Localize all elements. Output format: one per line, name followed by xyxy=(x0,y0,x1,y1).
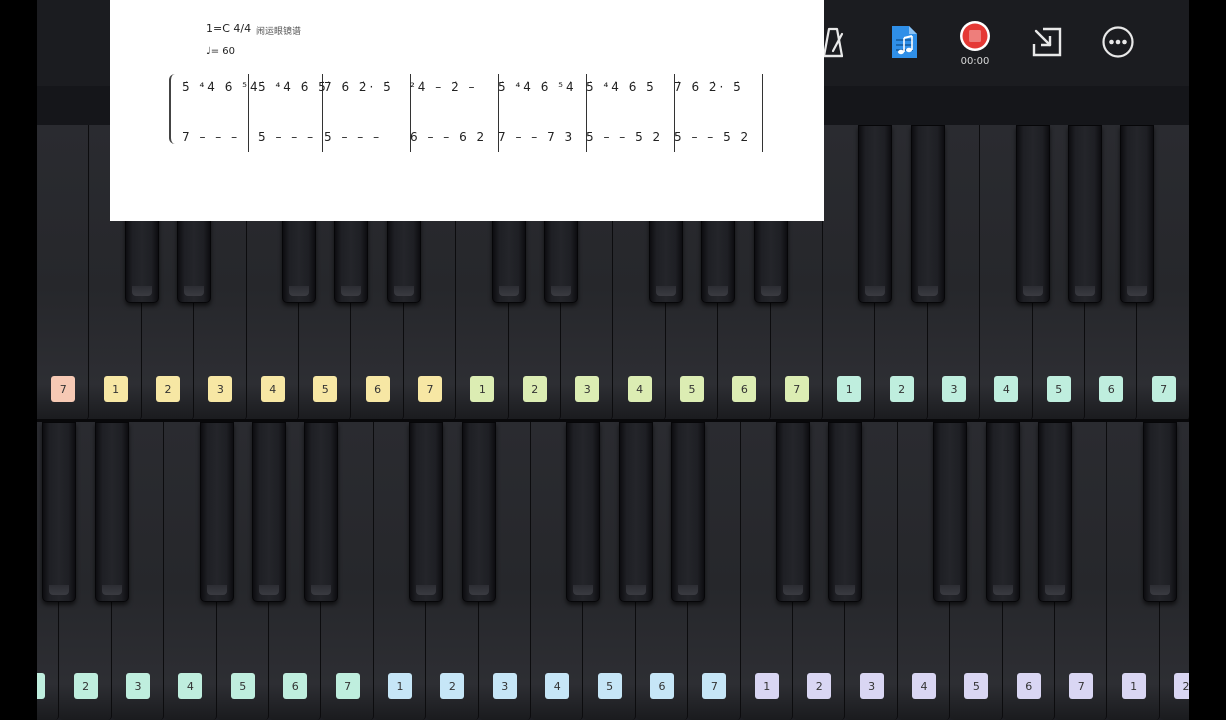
key-label: 2 xyxy=(522,376,547,402)
key-label: 7 xyxy=(702,673,727,699)
key-label: 5 xyxy=(313,376,338,402)
key-label: 6 xyxy=(1099,376,1124,402)
key-label: 5 xyxy=(597,673,622,699)
key-label: 1 xyxy=(754,673,779,699)
key-label: 6 xyxy=(650,673,674,699)
black-key[interactable] xyxy=(1038,422,1072,602)
key-label: 5 xyxy=(680,376,704,402)
key-label: 1 xyxy=(470,376,495,402)
exit-icon xyxy=(1032,27,1062,57)
black-key[interactable] xyxy=(776,422,810,602)
key-label: 7 xyxy=(1069,673,1094,699)
black-key[interactable] xyxy=(858,125,893,303)
record-timer: 00:00 xyxy=(960,56,990,67)
key-label: 3 xyxy=(942,376,966,402)
key-label: 3 xyxy=(492,673,517,699)
tempo-marking: ♩= 60 xyxy=(206,46,235,57)
black-key[interactable] xyxy=(671,422,706,602)
measure-bass: 5 – – 5 2 xyxy=(586,130,664,144)
bar-line xyxy=(762,74,763,152)
key-label: 6 xyxy=(1016,673,1041,699)
key-label: 2 xyxy=(73,673,98,699)
measure-bass: 7 – – 7 3 xyxy=(498,130,576,144)
key-label: 4 xyxy=(260,376,285,402)
key-label: 6 xyxy=(732,376,757,402)
measure-bass: 5 – – – xyxy=(258,130,317,144)
measure-treble: 5̇ ⁴4̇ 6̇ ⁵4̇ xyxy=(182,80,261,94)
key-label: 4 xyxy=(912,673,936,699)
key-label: 2 xyxy=(156,376,180,402)
key-label: 2 xyxy=(807,673,832,699)
key-label: 4 xyxy=(545,673,570,699)
key-label: 1 xyxy=(1121,673,1146,699)
key-label: 7 xyxy=(418,376,442,402)
piano-app: 00:00 7 1 2 3 4 5 6 7 1 2 3 4 5 6 7 1 2 3 4 5 6 7 1 2 3 4 5 6 7 1 2 3 4… xyxy=(37,0,1189,720)
measure-bass: 6 – – 6 2 xyxy=(410,130,488,144)
measure-treble: 5̇ ⁴4̇ 6̇ ⁵4̇ xyxy=(498,80,577,94)
measure-treble: 5̇ ⁴4̇ 6̇ 5̇ xyxy=(258,80,329,94)
black-key[interactable] xyxy=(828,422,863,602)
black-key[interactable] xyxy=(409,422,444,602)
key-label: 3 xyxy=(126,673,150,699)
black-key[interactable] xyxy=(1015,125,1050,303)
key-label: 2 xyxy=(440,673,465,699)
key-label: 5 xyxy=(1046,376,1071,402)
key-label: 6 xyxy=(283,673,308,699)
grand-staff-brace xyxy=(169,74,177,144)
black-key[interactable] xyxy=(461,422,496,602)
key-label: 5 xyxy=(230,673,255,699)
key-label: 5 xyxy=(964,673,989,699)
more-icon xyxy=(1102,26,1134,58)
record-button[interactable] xyxy=(953,18,997,54)
black-key[interactable] xyxy=(985,422,1020,602)
lower-keyboard: 1 2 3 4 5 6 7 1 2 3 4 5 6 7 1 2 3 4 5 6 7 1 2 xyxy=(37,422,1189,720)
black-key[interactable] xyxy=(910,125,945,303)
measure-treble: ²4̇ – 2̇ – xyxy=(410,80,478,94)
black-key[interactable] xyxy=(1068,125,1102,303)
key-label: 4 xyxy=(627,376,652,402)
key-label: 2 xyxy=(1174,673,1189,699)
key-label: 7 xyxy=(784,376,809,402)
measure-bass: 5 – – 5 2 xyxy=(674,130,752,144)
record-icon xyxy=(960,21,990,51)
key-label: 7 xyxy=(1151,376,1176,402)
black-key[interactable] xyxy=(933,422,968,602)
song-title: 闹运眼镜谱 xyxy=(256,27,302,37)
measure-treble: 7̇ 6̇ 2̇· 5̇ xyxy=(324,80,394,94)
more-button[interactable] xyxy=(1096,20,1140,64)
measure-treble: 5̇ ⁴4̇ 6̇ 5̇ xyxy=(586,80,657,94)
exit-button[interactable] xyxy=(1025,20,1069,64)
key-label: 3 xyxy=(208,376,233,402)
key-signature: 1=C 4/4 xyxy=(206,22,252,35)
key-label: 4 xyxy=(178,673,203,699)
black-key[interactable] xyxy=(42,422,77,602)
measure-bass: 5 – – – xyxy=(324,130,383,144)
black-key[interactable] xyxy=(618,422,653,602)
key-label: 7 xyxy=(51,376,76,402)
key-label: 6 xyxy=(365,376,390,402)
measure-bass: 7 – – – xyxy=(182,130,241,144)
key-label: 7 xyxy=(335,673,360,699)
black-key[interactable] xyxy=(1142,422,1177,602)
key-label: 3 xyxy=(575,376,600,402)
black-key[interactable] xyxy=(94,422,129,602)
sheet-music-button[interactable] xyxy=(882,20,926,64)
black-key[interactable] xyxy=(566,422,601,602)
black-key[interactable] xyxy=(252,422,286,602)
key-label: 1 xyxy=(837,376,862,402)
key-label: 3 xyxy=(859,673,884,699)
black-key[interactable] xyxy=(304,422,339,602)
score-sheet: 1=C 4/4 闹运眼镜谱 ♩= 60 5̇ ⁴4̇ 6̇ ⁵4̇ 5̇ ⁴4̇ … xyxy=(110,0,824,221)
key-label: 1 xyxy=(388,673,412,699)
key-label: 1 xyxy=(37,673,46,699)
black-key[interactable] xyxy=(1120,125,1155,303)
key-label: 2 xyxy=(889,376,914,402)
measure-treble: 7̇ 6̇ 2̇· 5̇ xyxy=(674,80,744,94)
sheet-music-icon xyxy=(892,26,917,58)
key-label: 1 xyxy=(103,376,128,402)
black-key[interactable] xyxy=(199,422,234,602)
key-label: 4 xyxy=(994,376,1019,402)
